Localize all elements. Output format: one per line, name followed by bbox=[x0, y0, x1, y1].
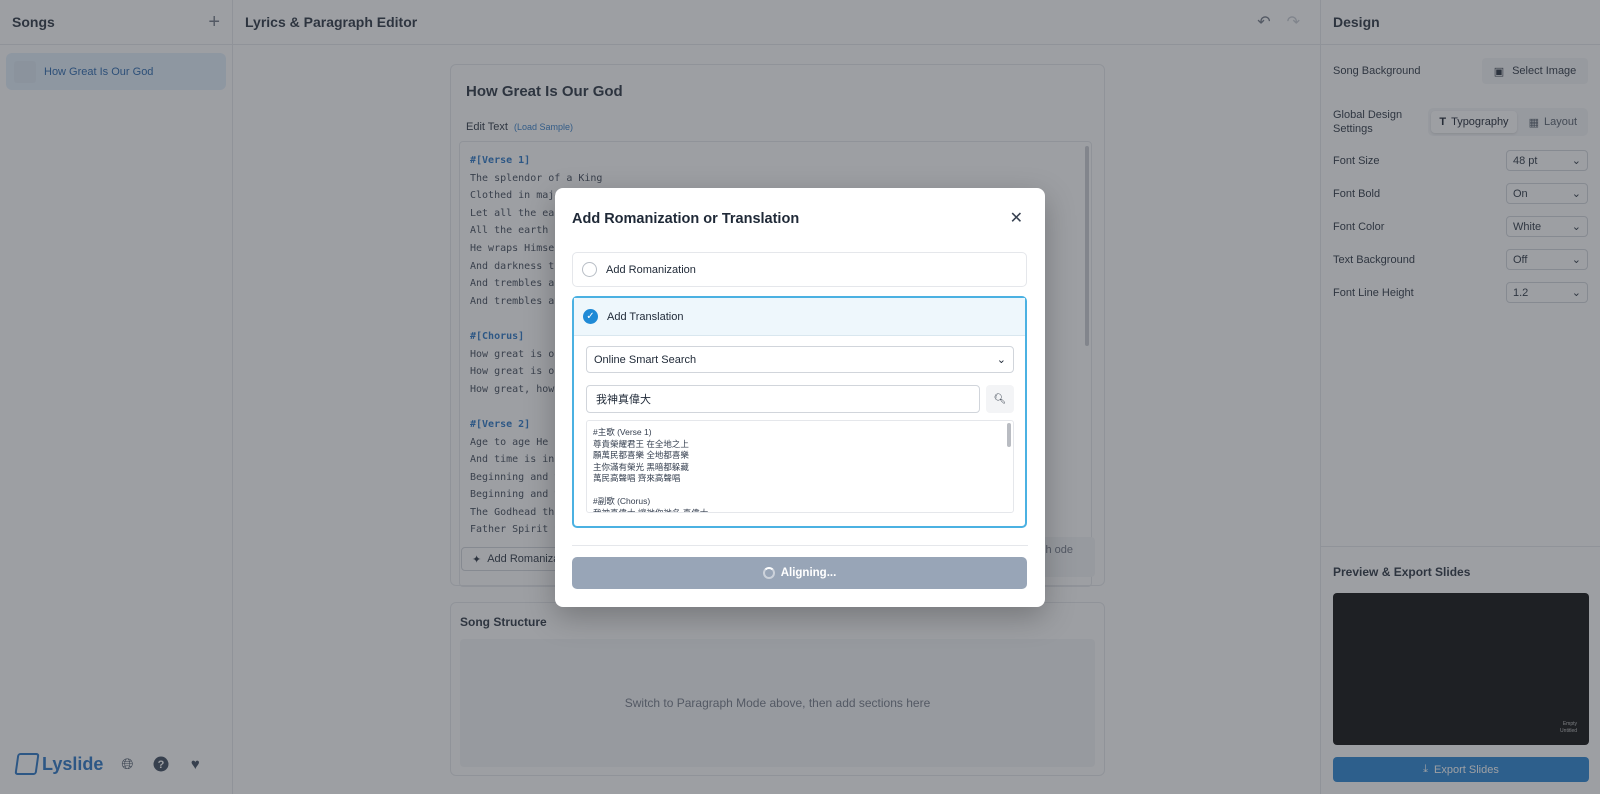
result-line: 願萬民都喜樂 全地都喜樂 bbox=[593, 450, 689, 460]
translation-source-value: Online Smart Search bbox=[594, 353, 697, 366]
aligning-label: Aligning... bbox=[780, 567, 837, 579]
option-romanization-label: Add Romanization bbox=[606, 263, 696, 276]
result-line: #主歌 (Verse 1) bbox=[593, 427, 652, 437]
result-line: 主你滿有榮光 黑暗都躲藏 bbox=[593, 461, 689, 472]
aligning-button: Aligning... bbox=[572, 557, 1027, 589]
translation-result-box[interactable]: #主歌 (Verse 1) 尊貴榮耀君王 在全地之上 願萬民都喜樂 全地都喜樂 主你滿… bbox=[586, 420, 1014, 513]
search-icon: 🔍︎ bbox=[993, 393, 1007, 405]
romanization-translation-dialog: Add Romanization or Translation ✕ Add Ro… bbox=[555, 188, 1045, 607]
result-line bbox=[593, 485, 1007, 497]
result-line: 我神真偉大 讓祂你祂名 真偉大 bbox=[593, 507, 709, 513]
spinner-icon bbox=[762, 567, 775, 579]
dialog-divider bbox=[572, 545, 1028, 546]
option-translation-label: Add Translation bbox=[607, 310, 684, 323]
result-line: 尊貴榮耀君王 在全地之上 bbox=[593, 438, 689, 449]
result-line: 萬民高聲唱 齊來高聲唱 bbox=[593, 473, 681, 483]
translation-source-select[interactable]: Online Smart Search ⌄ bbox=[586, 346, 1014, 373]
dialog-title: Add Romanization or Translation bbox=[572, 211, 800, 227]
option-romanization[interactable]: Add Romanization bbox=[572, 252, 1027, 287]
option-translation[interactable]: ✓ Add Translation Online Smart Search ⌄ … bbox=[572, 296, 1027, 528]
translation-search-input[interactable]: 我神真偉大 bbox=[586, 385, 980, 413]
search-button[interactable]: 🔍︎ bbox=[986, 385, 1014, 413]
result-scrollbar[interactable] bbox=[1007, 423, 1011, 447]
close-icon[interactable]: ✕ bbox=[1010, 208, 1023, 228]
result-line: #副歌 (Chorus) bbox=[593, 496, 651, 506]
radio-icon bbox=[582, 262, 597, 277]
check-circle-icon: ✓ bbox=[583, 309, 598, 324]
chevron-down-icon: ⌄ bbox=[996, 354, 1006, 366]
